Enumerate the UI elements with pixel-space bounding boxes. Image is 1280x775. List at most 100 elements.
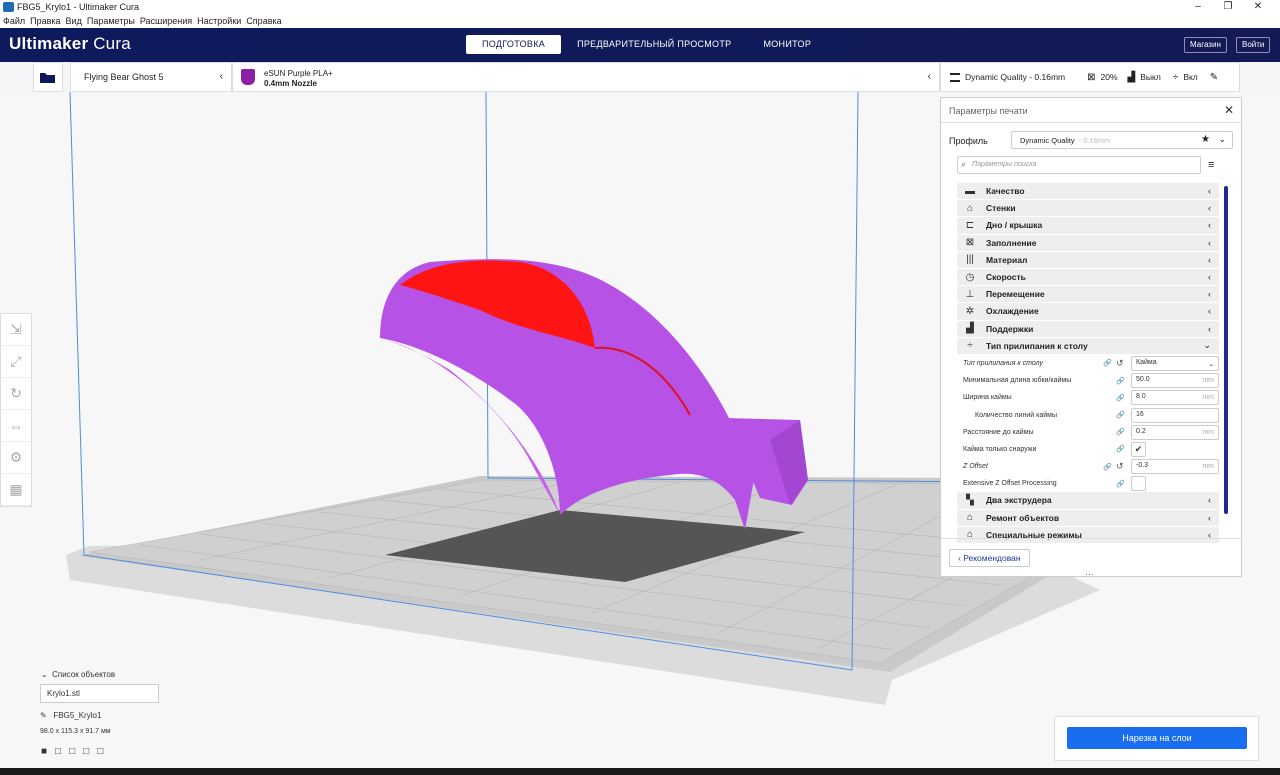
setting-name: Кайма только снаружи (963, 445, 1037, 453)
link-icon[interactable]: 🔗 (1103, 359, 1112, 367)
category-panel-expanded_category[interactable]: ÷ Тип прилипания к столу ⌄ (957, 337, 1219, 355)
view-left-icon[interactable]: □ (83, 746, 97, 757)
category-icon: ✲ (965, 305, 975, 317)
support-value: Выкл (1140, 72, 1161, 82)
reset-icon[interactable]: ↺ (1116, 358, 1124, 369)
print-settings-panel: Параметры печати ✕ Профиль Dynamic Quali… (940, 97, 1242, 579)
category-icon: ÷ (967, 340, 973, 352)
menu-help[interactable]: Справка (246, 16, 281, 26)
setting-name: Z Offset (963, 463, 988, 471)
close-window-button[interactable]: ✕ (1243, 0, 1273, 14)
setting-input[interactable]: 50.0 mm (1131, 373, 1219, 389)
profile-label: Профиль (949, 136, 988, 146)
setting-checkbox[interactable]: ✔ (1131, 441, 1146, 457)
per-model-settings-icon[interactable]: ⚙ (1, 442, 31, 474)
object-file-item[interactable]: Krylo1.stl (40, 684, 159, 703)
link-icon[interactable]: 🔗 (1116, 377, 1125, 385)
chevron-left-icon: ‹ (1208, 237, 1211, 248)
scale-tool-icon[interactable]: ⤢ (1, 346, 31, 378)
category-panel-categories_top-5[interactable]: ◷ Скорость ‹ (957, 268, 1219, 287)
open-file-button[interactable] (33, 62, 63, 92)
brand-logo: Ultimaker Cura (9, 34, 131, 53)
link-icon[interactable]: 🔗 (1103, 463, 1112, 471)
support-blocker-icon[interactable]: ▦ (1, 474, 31, 506)
menu-preferences[interactable]: Настройки (197, 16, 241, 26)
menu-edit[interactable]: Правка (30, 16, 60, 26)
maximize-button[interactable]: ❐ (1213, 0, 1243, 14)
recommended-button[interactable]: ‹ Рекомендован (949, 549, 1030, 567)
print-setup-selector[interactable]: Dynamic Quality - 0.16mm ⊠ 20% ▟ Выкл ÷ … (940, 62, 1240, 92)
setting-input[interactable]: 16 (1131, 407, 1219, 423)
setting-input[interactable]: 0.2 mm (1131, 424, 1219, 440)
category-panel-categories_top-3[interactable]: ⊠ Заполнение ‹ (957, 234, 1219, 252)
window-title: FBG5_Krylo1 - Ultimaker Cura (17, 2, 140, 12)
material-selector[interactable]: eSUN Purple PLA+ 0.4mm Nozzle ‹ (232, 62, 940, 92)
view-3d-icon[interactable]: ■ (41, 746, 55, 757)
category-panel-categories_top-2[interactable]: ⊏ Дно / крышка ‹ (957, 217, 1219, 235)
minimize-button[interactable]: – (1183, 0, 1213, 14)
category-panel-categories_bottom-0[interactable]: ▚ Два экструдера ‹ (957, 492, 1219, 510)
tab-monitor[interactable]: МОНИТОР (747, 35, 827, 54)
category-panel-categories_top-1[interactable]: ⌂ Стенки ‹ (957, 200, 1219, 218)
view-right-icon[interactable]: □ (97, 746, 111, 757)
drag-handle-icon[interactable]: ··· (1085, 569, 1094, 579)
pencil-icon[interactable]: ✎ (40, 711, 47, 720)
link-icon[interactable]: 🔗 (1116, 480, 1125, 488)
tab-preview[interactable]: ПРЕДВАРИТЕЛЬНЫЙ ПРОСМОТР (561, 35, 747, 54)
link-icon[interactable]: 🔗 (1116, 394, 1125, 402)
slice-button[interactable]: Нарезка на слои (1067, 727, 1247, 749)
setting-name: Ширина каймы (963, 394, 1012, 402)
chevron-left-icon: ‹ (927, 71, 931, 82)
link-icon[interactable]: 🔗 (1116, 445, 1125, 453)
category-label: Материал (986, 254, 1028, 265)
category-panel-categories_bottom-1[interactable]: ⌂ Ремонт объектов ‹ (957, 509, 1219, 527)
setting-row: Extensive Z Offset Processing 🔗 (957, 475, 1219, 492)
object-list-header[interactable]: ⌄ Список объектов (41, 670, 115, 679)
link-icon[interactable]: 🔗 (1116, 411, 1125, 419)
move-tool-icon[interactable]: ⇲ (1, 314, 31, 346)
menu-settings[interactable]: Параметры (87, 16, 135, 26)
chevron-left-icon: ‹ (1208, 289, 1211, 300)
menu-view[interactable]: Вид (66, 16, 82, 26)
mirror-tool-icon[interactable]: ⇔ (1, 410, 31, 442)
object-name-row: ✎ FBG5_Krylo1 (40, 711, 101, 720)
chevron-down-icon: ⌄ (41, 670, 48, 679)
star-icon[interactable]: ★ (1201, 134, 1210, 145)
setting-input[interactable]: -0.3 mm (1131, 459, 1219, 475)
view-top-icon[interactable]: □ (69, 746, 83, 757)
setting-name: Расстояние до каймы (963, 428, 1034, 436)
profile-select[interactable]: Dynamic Quality - 0.16mm ★ ⌄ (1011, 131, 1233, 149)
setting-input[interactable]: 8.0 mm (1131, 390, 1219, 406)
category-panel-categories_top-8[interactable]: ▟ Поддержки ‹ (957, 320, 1219, 338)
link-icon[interactable]: 🔗 (1116, 428, 1125, 436)
category-label: Скорость (986, 272, 1026, 283)
rotate-tool-icon[interactable]: ↻ (1, 378, 31, 410)
settings-scrollbar[interactable] (1224, 186, 1228, 514)
category-panel-categories_top-6[interactable]: ⊥ Перемещение ‹ (957, 286, 1219, 304)
object-dimensions: 98.0 x 115.3 x 91.7 мм (40, 728, 111, 735)
setting-select[interactable]: Кайма ⌄ (1131, 355, 1219, 371)
category-label: Охлаждение (986, 306, 1039, 317)
setting-value: 50.0 (1136, 376, 1150, 384)
reset-icon[interactable]: ↺ (1116, 461, 1124, 472)
settings-search-input[interactable]: ⌕ Параметры поиска (957, 156, 1201, 174)
chevron-left-icon: ‹ (219, 71, 223, 82)
marketplace-button[interactable]: Магазин (1184, 37, 1227, 53)
login-button[interactable]: Войти (1236, 37, 1271, 53)
profile-sub: - 0.16mm (1078, 136, 1111, 145)
view-front-icon[interactable]: □ (55, 746, 69, 757)
category-panel-categories_top-7[interactable]: ✲ Охлаждение ‹ (957, 303, 1219, 321)
category-label: Поддержки (986, 323, 1034, 334)
category-panel-categories_top-4[interactable]: ||| Материал ‹ (957, 251, 1219, 269)
setting-checkbox[interactable] (1131, 476, 1146, 492)
close-icon[interactable]: ✕ (1224, 103, 1234, 117)
tab-prepare[interactable]: ПОДГОТОВКА (466, 35, 562, 54)
chevron-down-icon: ⌄ (1203, 340, 1211, 351)
printer-selector[interactable]: Flying Bear Ghost 5 ‹ (70, 62, 232, 92)
category-panel-categories_top-0[interactable]: ▬ Качество ‹ (957, 183, 1219, 201)
menu-extensions[interactable]: Расширения (140, 16, 192, 26)
camera-views: ■□□□□ (41, 746, 111, 757)
menu-file[interactable]: Файл (3, 16, 25, 26)
edit-pencil-icon: ✎ (1209, 71, 1219, 83)
settings-menu-icon[interactable]: ≡ (1208, 159, 1214, 171)
